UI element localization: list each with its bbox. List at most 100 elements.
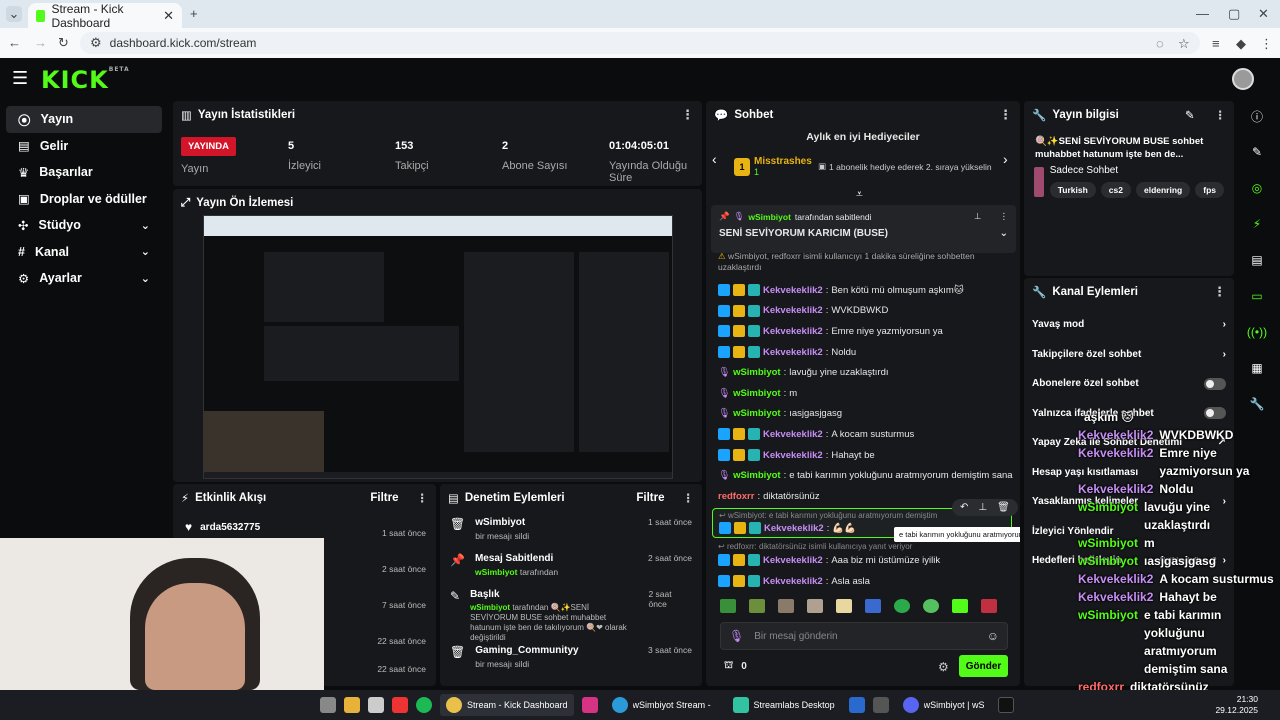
bookmark-star-icon[interactable]: ☆ — [1178, 36, 1190, 52]
taskbar-chrome-app[interactable]: Stream - Kick Dashboard — [440, 694, 574, 716]
tiktok-icon[interactable] — [998, 697, 1015, 713]
edit-icon[interactable]: ✎ — [1185, 108, 1195, 122]
moderation-user[interactable]: wSimbiyot — [470, 603, 510, 612]
stream-preview-video[interactable] — [203, 215, 673, 479]
subs-only-toggle[interactable] — [1204, 377, 1226, 390]
more-icon[interactable]: ⋮ — [681, 107, 694, 123]
chat-settings-icon[interactable]: ⚙ — [938, 660, 949, 674]
layout-icon[interactable]: ▦ — [1242, 353, 1272, 383]
chat-user[interactable]: wSimbiyot — [733, 367, 781, 378]
tag[interactable]: eldenring — [1135, 182, 1191, 198]
tag[interactable]: fps — [1195, 182, 1224, 198]
more-icon[interactable]: ⋮ — [1215, 108, 1227, 122]
hamburger-menu-icon[interactable]: ☰ — [12, 68, 28, 89]
channel-points[interactable]: ⛫ 0 — [724, 660, 747, 673]
kick-logo[interactable]: KICKBETA — [41, 66, 130, 94]
taskbar-app-icon[interactable] — [872, 697, 889, 713]
reply-icon[interactable]: ↶ — [960, 502, 968, 513]
chat-user[interactable]: Kekvekeklik2 — [763, 347, 823, 358]
chat-user[interactable]: Kekvekeklik2 — [763, 576, 823, 587]
close-tab-icon[interactable]: ✕ — [163, 8, 174, 24]
tab-search-icon[interactable]: ⌄ — [6, 6, 22, 22]
chat-user[interactable]: Kekvekeklik2 — [764, 523, 824, 534]
sidebar-item-kanal[interactable]: # Kanal ⌄ — [6, 239, 162, 266]
chat-user[interactable]: Kekvekeklik2 — [763, 450, 823, 461]
wrench-icon[interactable]: 🔧 — [1242, 389, 1272, 419]
emote-icon[interactable] — [865, 599, 881, 613]
chevron-left-icon[interactable]: ‹ — [712, 151, 717, 167]
maximize-icon[interactable]: ▢ — [1228, 6, 1240, 22]
chat-user[interactable]: Kekvekeklik2 — [763, 555, 823, 566]
emote-icon[interactable] — [749, 599, 765, 613]
emote-icon[interactable] — [952, 599, 968, 613]
sidebar-item-gelir[interactable]: ▤ Gelir — [6, 133, 162, 160]
pin-icon[interactable]: ⊥ — [978, 502, 987, 513]
taskbar-discord-app[interactable]: wSimbiyot | wS — [897, 694, 991, 716]
chevron-down-icon[interactable]: ⌄ — [1000, 228, 1008, 239]
clipboard-icon[interactable]: ▤ — [1242, 245, 1272, 275]
forward-icon[interactable]: → — [34, 35, 47, 50]
chat-user[interactable]: Kekvekeklik2 — [763, 305, 823, 316]
info-icon[interactable]: ⓘ — [1242, 101, 1272, 131]
clock[interactable]: 21:30 29.12.2025 — [1215, 694, 1258, 716]
moderation-user[interactable]: wSimbiyot — [475, 567, 518, 577]
taskbar-app-icon[interactable] — [320, 697, 336, 713]
spotify-icon[interactable] — [416, 697, 432, 713]
emote-icon[interactable] — [923, 599, 939, 613]
sidebar-item-basarilar[interactable]: ♛ Başarılar — [6, 159, 162, 186]
pinned-message[interactable]: 📌 🎙 wSimbiyot tarafından sabitlendi ⊥ ⋮ SENİ … — [711, 205, 1016, 253]
top-gifter[interactable]: 1 Misstrashes 1 — [734, 156, 812, 177]
lightning-icon[interactable]: ⚡ — [1242, 209, 1272, 239]
chat-user[interactable]: Kekvekeklik2 — [763, 326, 823, 337]
folder-icon[interactable] — [344, 697, 360, 713]
chat-icon[interactable]: ▭ — [1242, 281, 1272, 311]
close-window-icon[interactable]: ✕ — [1258, 6, 1269, 22]
back-icon[interactable]: ← — [8, 35, 21, 50]
site-info-icon[interactable]: ⚙ — [90, 35, 102, 51]
chat-user[interactable]: wSimbiyot — [733, 388, 781, 399]
instagram-icon[interactable] — [581, 697, 598, 713]
emote-icon[interactable] — [894, 599, 910, 613]
taskbar-streamlabs-app[interactable]: Streamlabs Desktop — [727, 694, 841, 716]
browser-menu-icon[interactable]: ⋮ — [1260, 36, 1273, 52]
emote-icon[interactable] — [778, 599, 794, 613]
moderation-filter-button[interactable]: Filtre — [636, 492, 664, 504]
tag[interactable]: cs2 — [1100, 182, 1131, 198]
more-icon[interactable]: ⋮ — [1000, 211, 1009, 222]
browser-tab[interactable]: Stream - Kick Dashboard ✕ — [28, 2, 182, 30]
trash-icon[interactable]: 🗑 — [997, 502, 1010, 513]
minimize-icon[interactable]: — — [1196, 6, 1209, 21]
collapse-icon[interactable]: ⩡ — [856, 187, 863, 202]
sidebar-item-ayarlar[interactable]: ⚙ Ayarlar ⌄ — [6, 265, 162, 292]
youtube-icon[interactable] — [392, 697, 408, 713]
url-field[interactable]: ⚙ dashboard.kick.com/stream — [80, 32, 1200, 54]
slow-mode-row[interactable]: Yavaş mod › — [1024, 310, 1234, 340]
activity-user-name[interactable]: arda5632775 — [200, 522, 260, 533]
emote-icon[interactable] — [720, 599, 736, 613]
extension-icon[interactable]: ◆ — [1236, 36, 1246, 52]
eye-off-icon[interactable]: ◌ — [1156, 36, 1164, 51]
chevron-right-icon[interactable]: › — [1003, 151, 1008, 167]
followers-only-row[interactable]: Takipçilere özel sohbet › — [1024, 340, 1234, 370]
pencil-icon[interactable]: ✎ — [1242, 137, 1272, 167]
sidebar-item-droplar[interactable]: ▣ Droplar ve ödüller — [6, 186, 162, 213]
emoji-icon[interactable]: ☺ — [987, 629, 999, 643]
emote-icon[interactable] — [836, 599, 852, 613]
reload-icon[interactable]: ↻ — [58, 35, 69, 51]
chat-user[interactable]: wSimbiyot — [733, 470, 781, 481]
more-icon[interactable]: ⋮ — [417, 491, 429, 505]
taskbar-edge-app[interactable]: wSimbiyot Stream - Wa — [606, 694, 719, 716]
media-control-icon[interactable]: ≡ — [1212, 36, 1220, 51]
sidebar-item-yayin[interactable]: ⦿ Yayın — [6, 106, 162, 133]
chat-user[interactable]: redfoxrr — [718, 491, 754, 502]
chat-user[interactable]: wSimbiyot — [733, 408, 781, 419]
category-row[interactable]: Sadece Sohbet Turkish cs2 eldenring fps — [1024, 161, 1234, 198]
pinned-by-user[interactable]: wSimbiyot — [748, 212, 791, 222]
more-icon[interactable]: ⋮ — [683, 491, 695, 505]
activity-filter-button[interactable]: Filtre — [370, 492, 398, 504]
tag[interactable]: Turkish — [1049, 182, 1096, 198]
taskbar-app-icon[interactable] — [848, 697, 865, 713]
sidebar-item-studyo[interactable]: ✣ Stüdyo ⌄ — [6, 212, 162, 239]
send-button[interactable]: Gönder — [959, 655, 1008, 677]
user-avatar[interactable] — [1232, 68, 1254, 90]
